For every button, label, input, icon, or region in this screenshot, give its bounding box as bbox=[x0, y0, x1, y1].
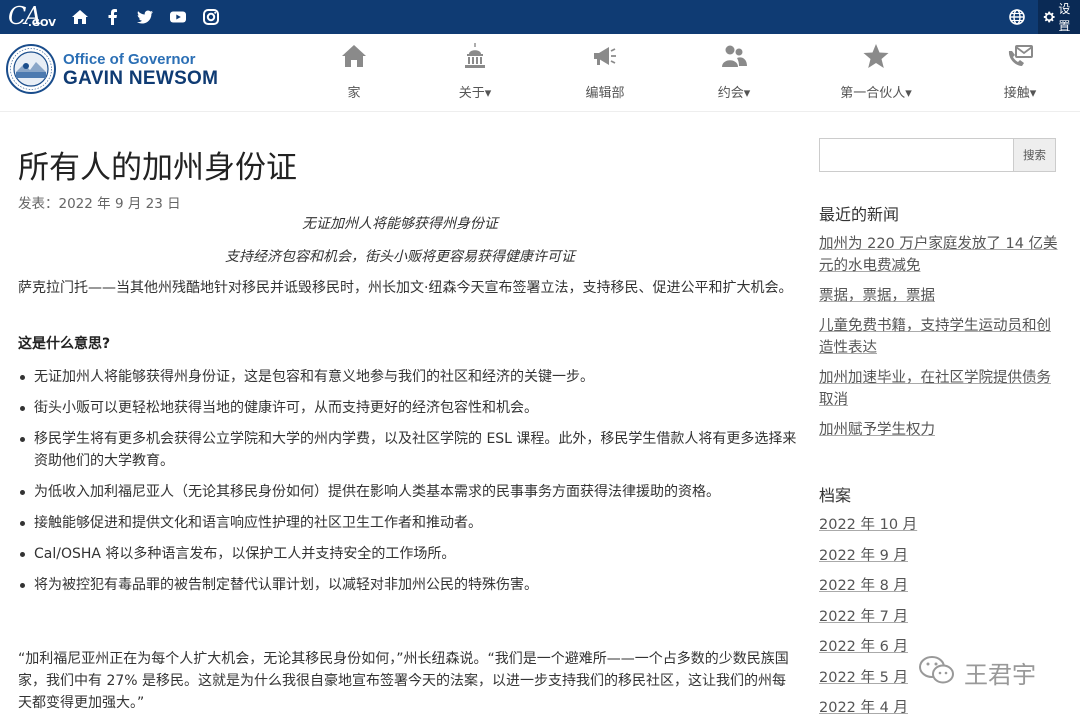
archive-link[interactable]: 2022 年 9 月 bbox=[819, 548, 908, 564]
star-icon bbox=[863, 44, 889, 68]
recent-news-link[interactable]: 儿童免费书籍，支持学生运动员和创造性表达 bbox=[819, 318, 1051, 356]
nav-appointments[interactable]: 约会▾ bbox=[712, 42, 756, 101]
capitol-icon bbox=[465, 43, 485, 68]
list-item[interactable]: 儿童免费书籍，支持学生运动员和创造性表达 bbox=[819, 315, 1059, 359]
nav-about-label: 关于▾ bbox=[458, 86, 492, 101]
archive-link[interactable]: 2022 年 8 月 bbox=[819, 578, 908, 594]
contact-icon bbox=[1008, 45, 1033, 66]
state-seal-logo[interactable] bbox=[6, 44, 56, 94]
settings-label: 设置 bbox=[1058, 2, 1071, 33]
nav-appointments-label: 约会▾ bbox=[717, 86, 751, 101]
archive-heading: 档案 bbox=[819, 486, 852, 505]
nav-home-label: 家 bbox=[347, 86, 361, 101]
list-item: 街头小贩可以更轻松地获得当地的健康许可，从而支持更好的经济包容性和机会。 bbox=[18, 397, 798, 419]
list-item: 接触能够促进和提供文化和语言响应性护理的社区卫生工作者和推动者。 bbox=[18, 512, 798, 534]
list-item[interactable]: 加州加速毕业，在社区学院提供债务取消 bbox=[819, 367, 1059, 411]
recent-news-heading: 最近的新闻 bbox=[819, 205, 900, 224]
megaphone-icon bbox=[594, 47, 616, 65]
list-item: 将为被控犯有毒品罪的被告制定替代认罪计划，以减轻对非加州公民的特殊伤害。 bbox=[18, 574, 798, 596]
brand-line-1[interactable]: Office of Governor bbox=[63, 51, 196, 68]
article-title: 所有人的加州身份证 bbox=[18, 150, 297, 186]
section-heading: 这是什么意思? bbox=[18, 336, 111, 352]
nav-contact-label: 接触▾ bbox=[1003, 86, 1037, 101]
recent-news-link[interactable]: 票据，票据，票据 bbox=[819, 288, 935, 304]
search-button[interactable]: 搜索 bbox=[1013, 138, 1056, 172]
list-item[interactable]: 票据，票据，票据 bbox=[819, 285, 1059, 307]
archive-link[interactable]: 2022 年 10 月 bbox=[819, 517, 917, 533]
subheadline-1: 无证加州人将能够获得州身份证 bbox=[302, 216, 498, 232]
list-item[interactable]: 2022 年 10 月 bbox=[819, 514, 1059, 536]
list-item: 移民学生将有更多机会获得公立学院和大学的州内学费，以及社区学院的 ESL 课程。… bbox=[18, 428, 798, 472]
youtube-icon[interactable] bbox=[169, 8, 187, 26]
nav-newsroom[interactable]: 编辑部 bbox=[583, 42, 627, 101]
posted-date: 发表：2022 年 9 月 23 日 bbox=[18, 196, 181, 212]
recent-news-link[interactable]: 加州赋予学生权力 bbox=[819, 422, 935, 438]
instagram-icon[interactable] bbox=[202, 8, 220, 26]
watermark: 王君宇 bbox=[918, 652, 1048, 689]
list-item: 无证加州人将能够获得州身份证，这是包容和有意义地参与我们的社区和经济的关键一步。 bbox=[18, 366, 798, 388]
list-item[interactable]: 加州赋予学生权力 bbox=[819, 419, 1059, 441]
site-header: Office of Governor GAVIN NEWSOM 家 关于▾ 编辑… bbox=[0, 34, 1080, 112]
recent-news-link[interactable]: 加州为 220 万户家庭发放了 14 亿美元的水电费减免 bbox=[819, 236, 1058, 274]
search-input[interactable] bbox=[819, 138, 1013, 172]
bullet-list: 无证加州人将能够获得州身份证，这是包容和有意义地参与我们的社区和经济的关键一步。… bbox=[18, 366, 798, 596]
intro-paragraph: 萨克拉门托——当其他州残酷地针对移民并诋毁移民时，州长加文·纽森今天宣布签署立法… bbox=[18, 280, 793, 296]
list-item[interactable]: 2022 年 4 月 bbox=[819, 697, 1059, 719]
recent-news-link[interactable]: 加州加速毕业，在社区学院提供债务取消 bbox=[819, 370, 1051, 408]
nav-home[interactable]: 家 bbox=[339, 42, 369, 101]
home-icon bbox=[342, 45, 366, 67]
archive-link[interactable]: 2022 年 6 月 bbox=[819, 639, 908, 655]
settings-button[interactable]: 设置 bbox=[1038, 0, 1080, 34]
list-item: Cal/OSHA 将以多种语言发布，以保护工人并支持安全的工作场所。 bbox=[18, 543, 798, 565]
wechat-icon bbox=[919, 656, 954, 684]
brand-line-2[interactable]: GAVIN NEWSOM bbox=[63, 68, 218, 90]
list-item[interactable]: 2022 年 7 月 bbox=[819, 606, 1059, 628]
list-item: 为低收入加利福尼亚人（无论其移民身份如何）提供在影响人类基本需求的民事事务方面获… bbox=[18, 481, 798, 503]
home-icon[interactable] bbox=[71, 8, 89, 26]
archive-link[interactable]: 2022 年 5 月 bbox=[819, 670, 908, 686]
gear-icon bbox=[1043, 11, 1055, 23]
recent-news-list: 加州为 220 万户家庭发放了 14 亿美元的水电费减免 票据，票据，票据 儿童… bbox=[819, 233, 1059, 441]
nav-about[interactable]: 关于▾ bbox=[453, 42, 497, 101]
twitter-icon[interactable] bbox=[136, 8, 154, 26]
people-icon bbox=[722, 45, 747, 67]
ca-gov-logo-subtext: .GOV bbox=[28, 18, 56, 29]
list-item[interactable]: 加州为 220 万户家庭发放了 14 亿美元的水电费减免 bbox=[819, 233, 1059, 277]
nav-newsroom-label: 编辑部 bbox=[585, 86, 625, 101]
nav-first-partner-label: 第一合伙人▾ bbox=[840, 86, 912, 101]
list-item[interactable]: 2022 年 8 月 bbox=[819, 575, 1059, 597]
quote-paragraph: “加利福尼亚州正在为每个人扩大机会，无论其移民身份如何，”州长纽森说。“我们是一… bbox=[18, 651, 789, 711]
archive-link[interactable]: 2022 年 4 月 bbox=[819, 700, 908, 716]
top-bar: CA .GOV 设置 bbox=[0, 0, 1080, 34]
globe-icon[interactable] bbox=[1008, 8, 1026, 26]
nav-contact[interactable]: 接触▾ bbox=[998, 42, 1042, 101]
facebook-icon[interactable] bbox=[104, 8, 122, 26]
watermark-text: 王君宇 bbox=[964, 661, 1036, 689]
archive-link[interactable]: 2022 年 7 月 bbox=[819, 609, 908, 625]
list-item[interactable]: 2022 年 9 月 bbox=[819, 545, 1059, 567]
subheadline-2: 支持经济包容和机会，街头小贩将更容易获得健康许可证 bbox=[225, 249, 575, 265]
nav-first-partner[interactable]: 第一合伙人▾ bbox=[836, 42, 916, 101]
